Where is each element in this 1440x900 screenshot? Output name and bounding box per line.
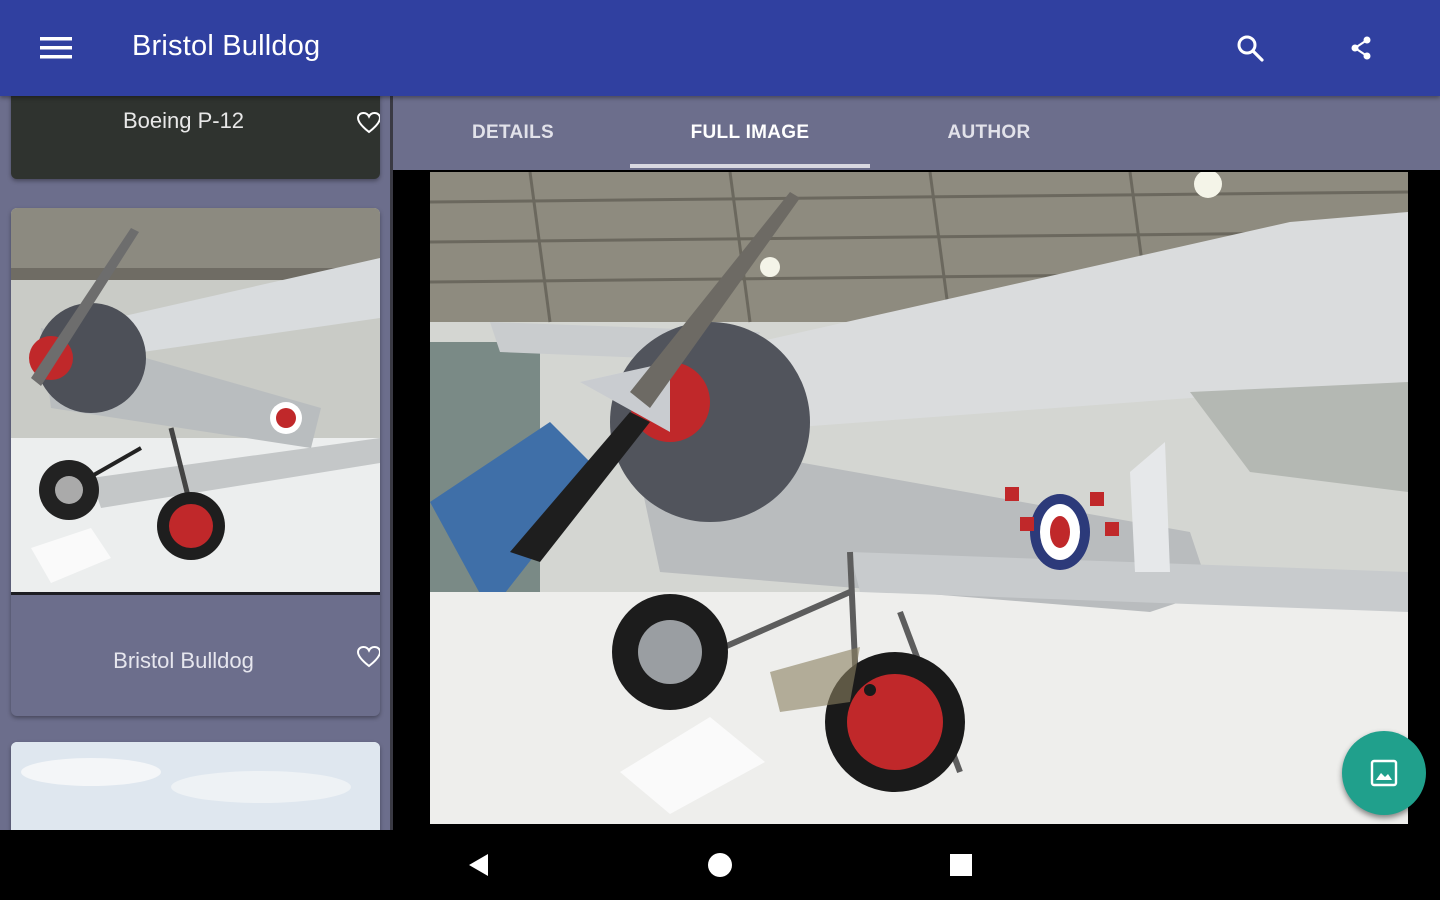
active-tab-indicator — [630, 164, 870, 168]
share-icon — [1351, 36, 1371, 60]
list-item-label: Boeing P-12 — [122, 108, 245, 133]
nav-recents-button[interactable] — [931, 842, 991, 888]
back-triangle-icon — [469, 854, 488, 876]
list-item-label: Bristol Bulldog — [113, 648, 254, 673]
search-icon — [1237, 35, 1264, 62]
tab-author[interactable]: AUTHOR — [869, 96, 1109, 170]
aircraft-thumbnail — [11, 742, 380, 830]
app-title: Bristol Bulldog — [132, 30, 321, 62]
thumbnail-divider — [11, 592, 380, 595]
recents-square-icon — [950, 854, 972, 876]
tab-full-image[interactable]: FULL IMAGE — [630, 96, 870, 170]
menu-button[interactable] — [34, 30, 78, 66]
list-card-next[interactable] — [11, 742, 380, 830]
app-bar: Bristol Bulldog — [0, 0, 1440, 96]
aircraft-thumbnail — [11, 208, 380, 592]
home-circle-icon — [708, 853, 732, 877]
search-button[interactable] — [1226, 26, 1274, 70]
view-image-fab[interactable] — [1342, 731, 1426, 815]
aircraft-full-image[interactable] — [430, 172, 1408, 824]
tab-details[interactable]: DETAILS — [393, 96, 633, 170]
hamburger-menu-icon — [40, 37, 72, 59]
image-icon — [1370, 759, 1398, 787]
heart-outline-icon[interactable] — [356, 644, 380, 670]
detail-tabs: DETAILS FULL IMAGE AUTHOR — [393, 96, 1440, 170]
list-card-bristol-bulldog[interactable]: Bristol Bulldog — [11, 208, 380, 716]
share-button[interactable] — [1338, 26, 1384, 70]
heart-outline-icon[interactable] — [356, 110, 380, 136]
aircraft-list[interactable]: Boeing P-12 Bristol Bulldog — [0, 96, 390, 830]
list-card-boeing-p12[interactable]: Boeing P-12 — [11, 96, 380, 179]
system-nav-bar — [0, 830, 1440, 900]
nav-home-button[interactable] — [690, 842, 750, 888]
nav-back-button[interactable] — [448, 842, 508, 888]
full-image-view — [393, 170, 1440, 830]
